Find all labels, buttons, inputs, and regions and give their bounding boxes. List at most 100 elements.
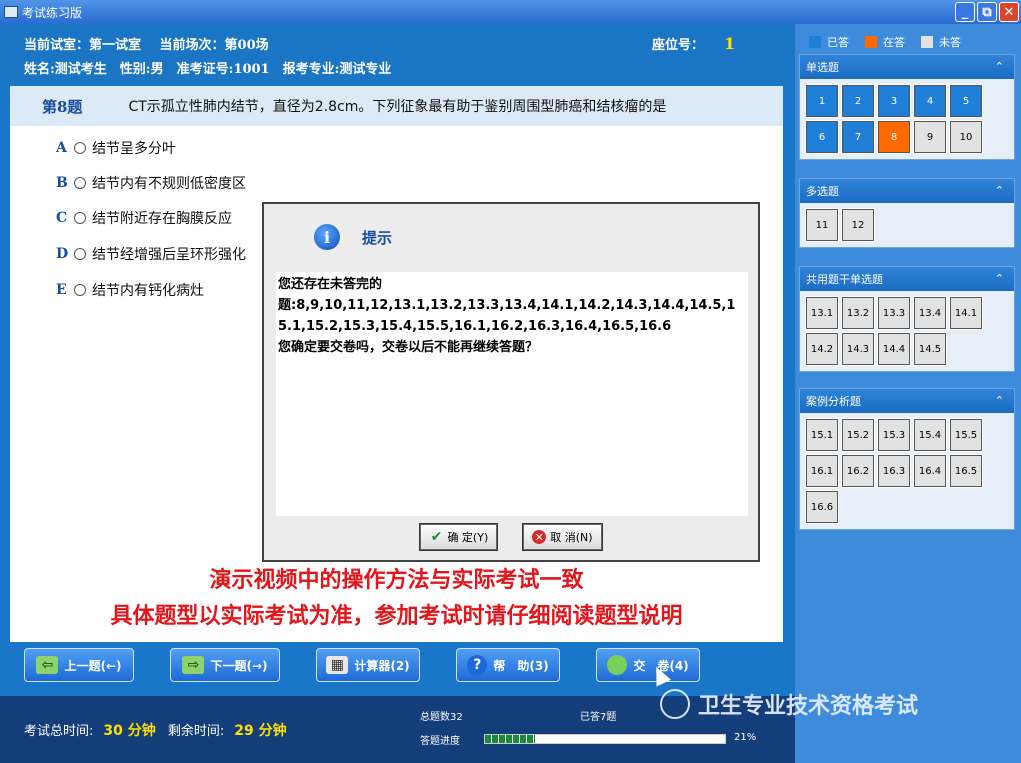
question-button[interactable]: 11 bbox=[805, 208, 839, 242]
option-radio[interactable] bbox=[74, 142, 86, 154]
cancel-label: 取 消(N) bbox=[550, 531, 593, 544]
collapse-icon[interactable]: ⌃ bbox=[995, 272, 1004, 285]
option-letter: A bbox=[56, 140, 67, 156]
question-button[interactable]: 16.3 bbox=[877, 454, 911, 488]
submit-button[interactable]: 交 卷(4) bbox=[596, 648, 700, 682]
question-button[interactable]: 12 bbox=[841, 208, 875, 242]
group-header[interactable]: 单选题 ⌃ bbox=[800, 55, 1014, 79]
question-button[interactable]: 14.2 bbox=[805, 332, 839, 366]
submit-icon bbox=[607, 655, 628, 675]
remain-time-value: 29 分钟 bbox=[234, 723, 287, 739]
question-button[interactable]: 1 bbox=[805, 84, 839, 118]
option-radio[interactable] bbox=[74, 284, 86, 296]
prev-question-button[interactable]: ⇦ 上一题(←) bbox=[24, 648, 134, 682]
minimize-button[interactable]: _ bbox=[955, 2, 975, 22]
option-radio[interactable] bbox=[74, 212, 86, 224]
question-button[interactable]: 14.5 bbox=[913, 332, 947, 366]
option-text: 结节附近存在胸膜反应 bbox=[92, 211, 232, 227]
question-button[interactable]: 7 bbox=[841, 120, 875, 154]
action-toolbar: ⇦ 上一题(←) ⇨ 下一题(→) ▦ 计算器(2) ? 帮 助(3) 交 卷(… bbox=[10, 642, 783, 692]
collapse-icon[interactable]: ⌃ bbox=[995, 60, 1004, 73]
option-a[interactable]: A 结节呈多分叶 bbox=[56, 138, 176, 158]
cancel-button[interactable]: ✕ 取 消(N) bbox=[522, 523, 603, 551]
progress-percent: 21% bbox=[734, 732, 757, 743]
question-button[interactable]: 15.5 bbox=[949, 418, 983, 452]
question-button[interactable]: 16.4 bbox=[913, 454, 947, 488]
watermark: 卫生专业技术资格考试 bbox=[660, 688, 918, 720]
notice-line-2: 具体题型以实际考试为准，参加考试时请仔细阅读题型说明 bbox=[110, 604, 683, 629]
question-button[interactable]: 10 bbox=[949, 120, 983, 154]
question-button[interactable]: 16.5 bbox=[949, 454, 983, 488]
close-button[interactable]: ✕ bbox=[999, 2, 1019, 22]
question-button[interactable]: 16.6 bbox=[805, 490, 839, 524]
seal-icon bbox=[660, 689, 690, 719]
question-button[interactable]: 13.1 bbox=[805, 296, 839, 330]
remain-time-label: 剩余时间: bbox=[167, 724, 225, 739]
option-radio[interactable] bbox=[74, 177, 86, 189]
question-button[interactable]: 16.2 bbox=[841, 454, 875, 488]
restore-button[interactable]: ⧉ bbox=[977, 2, 997, 22]
option-c[interactable]: C 结节附近存在胸膜反应 bbox=[56, 208, 232, 228]
collapse-icon[interactable]: ⌃ bbox=[995, 184, 1004, 197]
collapse-icon[interactable]: ⌃ bbox=[995, 394, 1004, 407]
calculator-icon: ▦ bbox=[326, 656, 349, 674]
question-button[interactable]: 6 bbox=[805, 120, 839, 154]
option-d[interactable]: D 结节经增强后呈环形强化 bbox=[56, 244, 246, 264]
notice-line-1: 演示视频中的操作方法与实际考试一致 bbox=[209, 568, 584, 593]
question-navigator: 已答 在答 未答 单选题 ⌃ 1 2 3 4 5 6 7 8 9 10 多选题 ⌃ 11 12 共用题干单选题 ⌃… bbox=[795, 24, 1021, 763]
option-letter: B bbox=[56, 175, 68, 191]
ok-button[interactable]: ✔ 确 定(Y) bbox=[419, 523, 499, 551]
answered-count: 已答7题 bbox=[580, 712, 617, 723]
question-button[interactable]: 14.3 bbox=[841, 332, 875, 366]
help-button[interactable]: ? 帮 助(3) bbox=[456, 648, 560, 682]
seat-number: 1 bbox=[724, 34, 736, 53]
option-text: 结节经增强后呈环形强化 bbox=[92, 247, 246, 263]
info-icon: i bbox=[314, 224, 340, 250]
question-button[interactable]: 5 bbox=[949, 84, 983, 118]
progress-label: 答题进度 bbox=[420, 736, 460, 747]
room-session: 当前试室：第一试室 当前场次：第00场 bbox=[24, 34, 269, 53]
legend-answered: 已答 bbox=[809, 34, 849, 50]
question-grid: 15.1 15.2 15.3 15.4 15.5 16.1 16.2 16.3 16.4 16.5… bbox=[800, 413, 1014, 529]
dialog-buttons: ✔ 确 定(Y) ✕ 取 消(N) bbox=[264, 523, 758, 551]
prev-label: 上一题(←) bbox=[64, 658, 122, 673]
legend: 已答 在答 未答 bbox=[809, 34, 961, 50]
next-label: 下一题(→) bbox=[210, 658, 268, 673]
question-button[interactable]: 2 bbox=[841, 84, 875, 118]
group-header[interactable]: 案例分析题 ⌃ bbox=[800, 389, 1014, 413]
question-button[interactable]: 8 bbox=[877, 120, 911, 154]
option-radio[interactable] bbox=[74, 248, 86, 260]
question-button[interactable]: 3 bbox=[877, 84, 911, 118]
message-line-1: 您还存在未答完的 bbox=[278, 277, 383, 292]
question-button[interactable]: 15.1 bbox=[805, 418, 839, 452]
question-grid: 1 2 3 4 5 6 7 8 9 10 bbox=[800, 79, 1014, 159]
question-button[interactable]: 14.4 bbox=[877, 332, 911, 366]
question-button[interactable]: 15.2 bbox=[841, 418, 875, 452]
group-header[interactable]: 共用题干单选题 ⌃ bbox=[800, 267, 1014, 291]
group-title: 多选题 bbox=[806, 185, 839, 198]
question-button[interactable]: 13.2 bbox=[841, 296, 875, 330]
next-question-button[interactable]: ⇨ 下一题(→) bbox=[170, 648, 280, 682]
total-count: 总题数32 bbox=[420, 712, 463, 723]
question-button[interactable]: 16.1 bbox=[805, 454, 839, 488]
question-button[interactable]: 9 bbox=[913, 120, 947, 154]
question-button[interactable]: 4 bbox=[913, 84, 947, 118]
question-button[interactable]: 13.4 bbox=[913, 296, 947, 330]
question-button[interactable]: 13.3 bbox=[877, 296, 911, 330]
question-button[interactable]: 14.1 bbox=[949, 296, 983, 330]
question-button[interactable]: 15.3 bbox=[877, 418, 911, 452]
question-group: 共用题干单选题 ⌃ 13.1 13.2 13.3 13.4 14.1 14.2 14.3 14.4… bbox=[799, 266, 1015, 372]
group-title: 单选题 bbox=[806, 61, 839, 74]
option-b[interactable]: B 结节内有不规则低密度区 bbox=[56, 173, 246, 193]
question-button[interactable]: 15.4 bbox=[913, 418, 947, 452]
option-text: 结节内有不规则低密度区 bbox=[92, 176, 246, 192]
option-e[interactable]: E 结节内有钙化病灶 bbox=[56, 280, 204, 300]
question-group: 多选题 ⌃ 11 12 bbox=[799, 178, 1015, 248]
group-title: 共用题干单选题 bbox=[806, 273, 883, 286]
legend-current-label: 在答 bbox=[883, 36, 905, 49]
help-icon: ? bbox=[467, 655, 488, 675]
group-header[interactable]: 多选题 ⌃ bbox=[800, 179, 1014, 203]
cancel-icon: ✕ bbox=[532, 530, 547, 544]
answered-swatch bbox=[809, 36, 821, 48]
calculator-button[interactable]: ▦ 计算器(2) bbox=[316, 648, 420, 682]
